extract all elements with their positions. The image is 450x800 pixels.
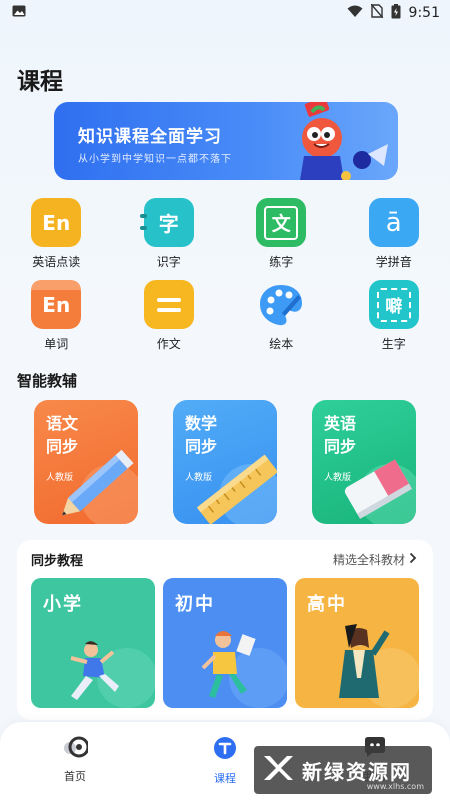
sync-course-panel: 同步教程 精选全科教材 小学 初中 高中 <box>17 540 433 720</box>
smart-tutor-cards: 语文同步 人教版 数学同步 人教版 英语同步 人教版 <box>0 400 450 526</box>
tab-course[interactable]: 课程 <box>185 736 265 786</box>
feature-label: 学拼音 <box>375 255 412 269</box>
tab-label: 课程 <box>214 772 236 785</box>
feature-literacy[interactable]: 字 识字 <box>113 198 226 270</box>
middle-school-card[interactable]: 初中 <box>163 578 287 708</box>
feature-label: 识字 <box>156 255 181 269</box>
feature-english-reading[interactable]: En 英语点读 <box>0 198 113 270</box>
course-card-title: 高中 <box>307 594 347 615</box>
watermark-text: 新绿资源网 <box>302 759 412 784</box>
feature-pinyin[interactable]: ā 学拼音 <box>338 198 450 270</box>
chevron-right-icon <box>409 552 417 567</box>
feature-label: 绘本 <box>269 337 294 351</box>
feature-label: 练字 <box>269 255 294 269</box>
smart-tutor-title: 智能教辅 <box>17 372 78 390</box>
course-icon <box>213 736 237 764</box>
course-card-title: 小学 <box>43 594 83 615</box>
feature-new-characters[interactable]: 噼 生字 <box>338 280 450 352</box>
english-reading-icon: En <box>31 198 82 247</box>
sync-course-title: 同步教程 <box>31 554 84 569</box>
feature-vocabulary[interactable]: En 单词 <box>0 280 113 352</box>
no-sim-icon <box>370 3 384 22</box>
ruler-icon <box>196 454 277 524</box>
feature-writing-practice[interactable]: 文 练字 <box>225 198 338 270</box>
feature-label: 生字 <box>381 337 406 351</box>
palette-icon <box>256 280 306 329</box>
watermark-logo-icon <box>262 752 294 788</box>
battery-icon <box>391 3 401 23</box>
feature-picture-book[interactable]: 绘本 <box>225 280 338 352</box>
primary-school-card[interactable]: 小学 <box>31 578 155 708</box>
status-time: 9:51 <box>408 5 440 21</box>
more-label: 精选全科教材 <box>332 553 405 567</box>
vocabulary-icon: En <box>31 280 82 329</box>
writing-practice-icon: 文 <box>256 198 307 247</box>
tab-label: 首页 <box>64 770 86 783</box>
more-textbooks-link[interactable]: 精选全科教材 <box>333 551 417 568</box>
page-title: 课程 <box>17 69 63 95</box>
chinese-sync-card[interactable]: 语文同步 人教版 <box>34 400 138 524</box>
feature-label: 单词 <box>44 337 69 351</box>
home-icon <box>62 736 90 762</box>
feature-label: 英语点读 <box>32 255 81 269</box>
new-character-icon: 噼 <box>368 280 419 329</box>
tab-home[interactable]: 首页 <box>35 736 115 784</box>
math-sync-card[interactable]: 数学同步 人教版 <box>173 400 277 524</box>
banner-subtitle: 从小学到中学知识一点都不落下 <box>78 154 232 165</box>
course-card-title: 初中 <box>175 594 215 615</box>
feature-composition[interactable]: 作文 <box>113 280 226 352</box>
eraser-icon <box>344 459 416 524</box>
watermark-url: www.xlhs.com <box>366 782 424 791</box>
mascot-illustration <box>300 102 388 180</box>
character-card-icon: 字 <box>139 198 194 247</box>
feature-label: 作文 <box>156 337 181 351</box>
pinyin-icon: ā <box>368 198 419 247</box>
english-sync-card[interactable]: 英语同步 人教版 <box>312 400 416 524</box>
gallery-icon <box>12 5 26 21</box>
status-bar: 9:51 <box>0 0 450 26</box>
composition-icon <box>143 280 194 329</box>
high-school-card[interactable]: 高中 <box>295 578 419 708</box>
pencil-icon <box>62 449 138 524</box>
site-watermark: 新绿资源网 www.xlhs.com <box>254 746 432 794</box>
promo-banner[interactable]: 知识课程全面学习 从小学到中学知识一点都不落下 <box>54 102 398 180</box>
banner-title: 知识课程全面学习 <box>78 127 222 147</box>
feature-grid: En 英语点读 字 识字 文 练字 ā 学拼音 En 单词 作文 绘本 噼 生字 <box>0 198 450 352</box>
wifi-icon <box>347 5 363 22</box>
